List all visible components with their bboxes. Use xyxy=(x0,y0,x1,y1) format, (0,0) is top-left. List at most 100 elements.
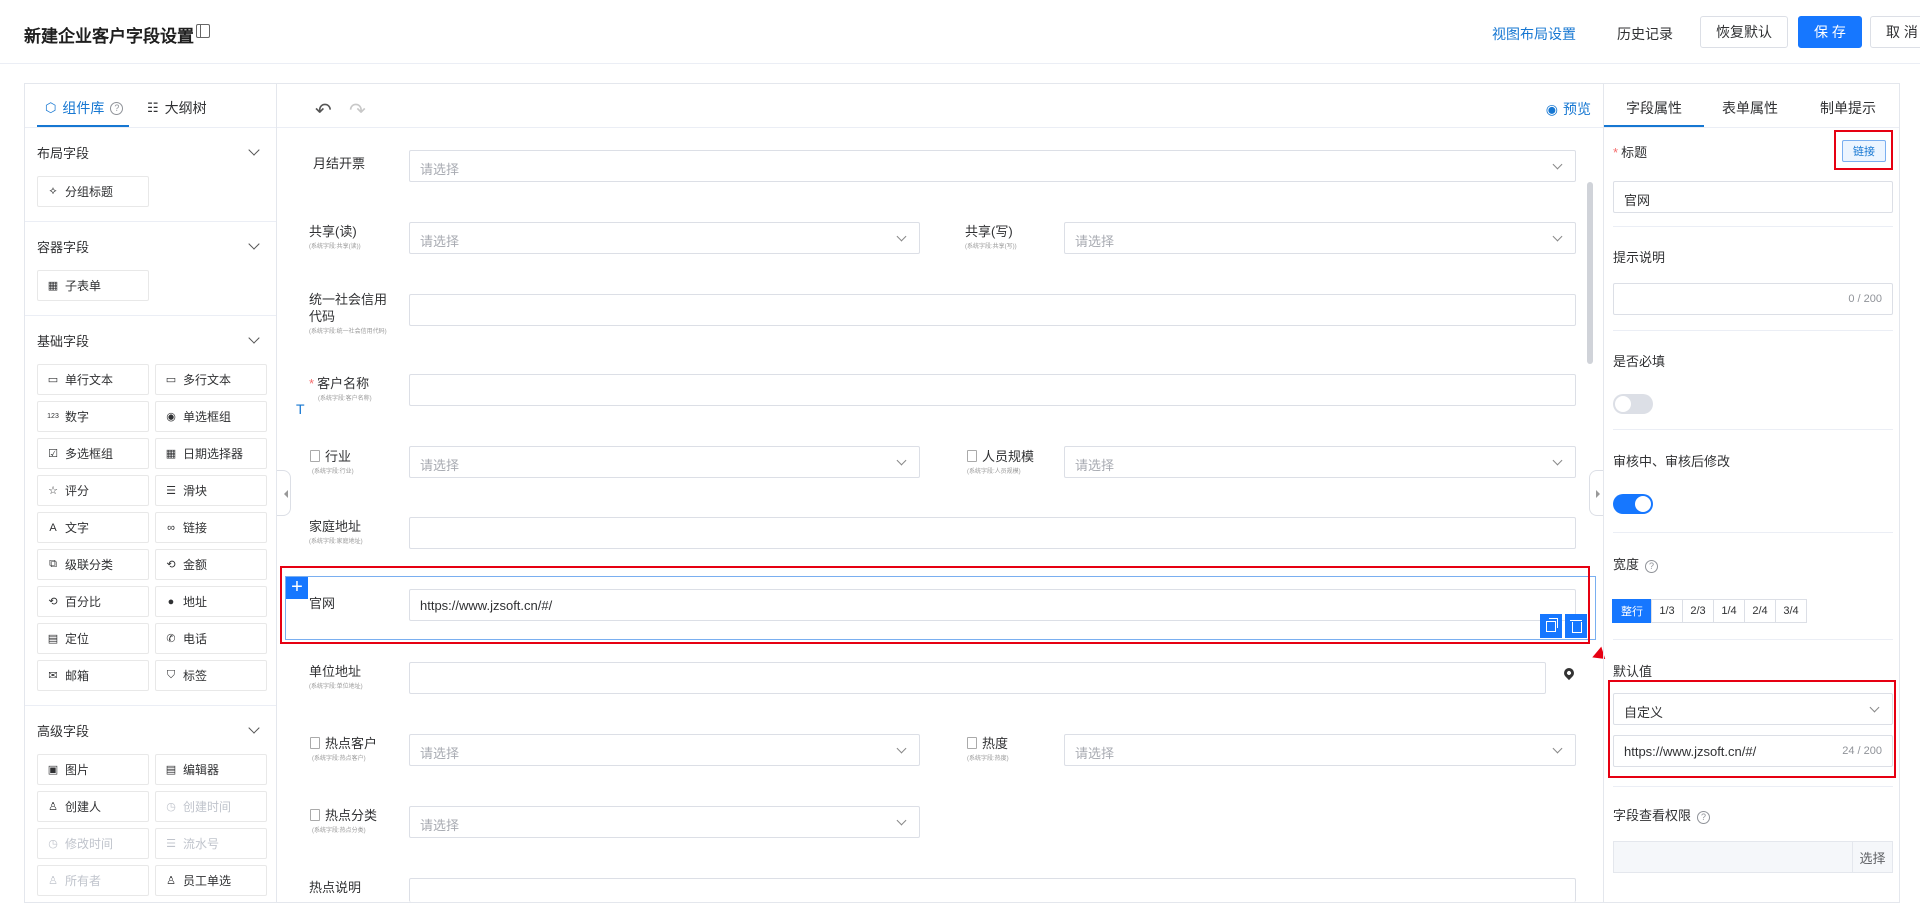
customer-name-input[interactable] xyxy=(409,374,1576,406)
component-item[interactable]: ▤ 编辑器 xyxy=(155,754,267,785)
share-read-select[interactable]: 请选择 xyxy=(409,222,920,254)
group-title-icon: ⟡ xyxy=(49,185,57,197)
website-input[interactable]: https://www.jzsoft.cn/#/ xyxy=(409,589,1576,621)
category-header[interactable]: 高级字段 xyxy=(25,706,276,754)
component-item[interactable]: ▤ 定位 xyxy=(37,623,149,654)
add-field-button[interactable]: + xyxy=(286,577,308,599)
component-item[interactable]: ☆ 评分 xyxy=(37,475,149,506)
width-option[interactable]: 1/4 xyxy=(1713,599,1745,623)
select-button[interactable]: 选择 xyxy=(1852,842,1892,872)
heat-select[interactable]: 请选择 xyxy=(1064,734,1576,766)
hot-category-label: 热点分类 xyxy=(310,808,377,824)
title-input[interactable]: 官网 xyxy=(1613,181,1893,213)
required-toggle[interactable] xyxy=(1613,394,1653,414)
hint-input[interactable]: 0 / 200 xyxy=(1613,283,1893,315)
trash-icon[interactable] xyxy=(1565,614,1587,638)
review-edit-label: 审核中、审核后修改 xyxy=(1613,454,1731,469)
share-write-select[interactable]: 请选择 xyxy=(1064,222,1576,254)
component-item[interactable]: ⟲ 百分比 xyxy=(37,586,149,617)
divider xyxy=(1613,639,1893,640)
tab-field-properties[interactable]: 字段属性 xyxy=(1626,98,1682,118)
component-item[interactable]: A 文字 xyxy=(37,512,149,543)
category-header[interactable]: 基础字段 xyxy=(25,316,276,364)
tab-entry-hint[interactable]: 制单提示 xyxy=(1820,98,1876,118)
image-icon: ▣ xyxy=(47,764,59,776)
monthly-invoice-select[interactable]: 请选择 xyxy=(409,150,1576,182)
hot-category-select[interactable]: 请选择 xyxy=(409,806,920,838)
component-item[interactable]: ♙ 创建人 xyxy=(37,791,149,822)
component-item[interactable]: ● 地址 xyxy=(155,586,267,617)
width-option[interactable]: 整行 xyxy=(1612,599,1652,623)
component-item[interactable]: ☑ 多选框组 xyxy=(37,438,149,469)
highlight-box xyxy=(1834,130,1893,170)
component-item[interactable]: ⧉ 级联分类 xyxy=(37,549,149,580)
component-item[interactable]: ∞ 链接 xyxy=(155,512,267,543)
component-item[interactable]: ▦ 子表单 xyxy=(37,270,149,301)
collapse-right-handle[interactable] xyxy=(1589,470,1603,516)
industry-label: 行业 xyxy=(310,449,351,465)
redo-icon[interactable]: ↷ xyxy=(349,98,366,123)
home-address-input[interactable] xyxy=(409,517,1576,549)
monthly-invoice-label: 月结开票 xyxy=(313,156,366,171)
component-item[interactable]: ⟲ 金额 xyxy=(155,549,267,580)
layout-icon[interactable] xyxy=(196,24,210,38)
component-label: 单行文本 xyxy=(65,373,114,387)
review-edit-toggle[interactable] xyxy=(1613,494,1653,514)
width-option[interactable]: 2/3 xyxy=(1682,599,1714,623)
industry-select[interactable]: 请选择 xyxy=(409,446,920,478)
component-item[interactable]: ♙ 员工单选 xyxy=(155,865,267,896)
left-tabs: ⬡ 组件库 ? ☷ 大纲树 xyxy=(25,84,276,128)
label-text: 热点分类 xyxy=(325,808,378,823)
share-write-label: 共享(写) xyxy=(965,224,1013,239)
view-permission-input[interactable]: 选择 xyxy=(1613,841,1893,873)
hot-customer-select[interactable]: 请选择 xyxy=(409,734,920,766)
label-text: 行业 xyxy=(325,449,352,464)
component-item[interactable]: ✉ 邮箱 xyxy=(37,660,149,691)
hot-note-input[interactable] xyxy=(409,878,1576,902)
tab-component-library[interactable]: ⬡ 组件库 ? xyxy=(45,98,124,118)
scrollbar[interactable] xyxy=(1587,182,1593,364)
heat-label: 热度 xyxy=(967,736,1008,752)
tree-icon: ☷ xyxy=(147,100,159,115)
staff-size-select[interactable]: 请选择 xyxy=(1064,446,1576,478)
restore-default-button[interactable]: 恢复默认 xyxy=(1700,16,1788,48)
component-item[interactable]: 123 数字 xyxy=(37,401,149,432)
help-icon[interactable]: ? xyxy=(110,101,124,115)
component-item[interactable]: ⛉ 标签 xyxy=(155,660,267,691)
component-item[interactable]: ⟡ 分组标题 xyxy=(37,176,149,207)
undo-icon[interactable]: ↶ xyxy=(315,98,332,123)
chevron-down-icon xyxy=(896,455,907,466)
help-icon[interactable]: ? xyxy=(1697,811,1711,824)
width-option[interactable]: 1/3 xyxy=(1651,599,1683,623)
help-icon[interactable]: ? xyxy=(1645,560,1659,573)
placeholder: 请选择 xyxy=(420,746,460,761)
view-layout-link[interactable]: 视图布局设置 xyxy=(1492,24,1576,44)
heat-sub: (系统字段:热度) xyxy=(967,756,1009,762)
tab-outline-tree[interactable]: ☷ 大纲树 xyxy=(147,98,207,118)
tab-form-properties[interactable]: 表单属性 xyxy=(1722,98,1778,118)
lock-icon xyxy=(310,737,320,749)
eye-icon: ◉ xyxy=(1545,100,1558,117)
work-address-input[interactable] xyxy=(409,662,1546,694)
width-option[interactable]: 3/4 xyxy=(1775,599,1807,623)
component-item[interactable]: ☰ 滑块 xyxy=(155,475,267,506)
history-link[interactable]: 历史记录 xyxy=(1617,24,1673,44)
category-header[interactable]: 容器字段 xyxy=(25,222,276,270)
category-header[interactable]: 布局字段 xyxy=(25,128,276,176)
component-label: 子表单 xyxy=(65,279,102,293)
hot-category-sub: (系统字段:热点分类) xyxy=(312,828,366,834)
component-item[interactable]: ✆ 电话 xyxy=(155,623,267,654)
credit-code-input[interactable] xyxy=(409,294,1576,326)
copy-icon[interactable] xyxy=(1540,614,1562,638)
preview-button[interactable]: ◉ 预览 xyxy=(1546,99,1591,119)
width-option[interactable]: 2/4 xyxy=(1744,599,1776,623)
cancel-button[interactable]: 取 消 xyxy=(1870,16,1920,48)
component-item[interactable]: ▭ 多行文本 xyxy=(155,364,267,395)
component-item[interactable]: ▦ 日期选择器 xyxy=(155,438,267,469)
save-button[interactable]: 保 存 xyxy=(1798,16,1862,48)
component-item[interactable]: ▣ 图片 xyxy=(37,754,149,785)
component-item[interactable]: ▭ 单行文本 xyxy=(37,364,149,395)
component-item[interactable]: ◉ 单选框组 xyxy=(155,401,267,432)
component-item: ◷ 创建时间 xyxy=(155,791,267,822)
editor-icon: ▤ xyxy=(165,764,177,776)
